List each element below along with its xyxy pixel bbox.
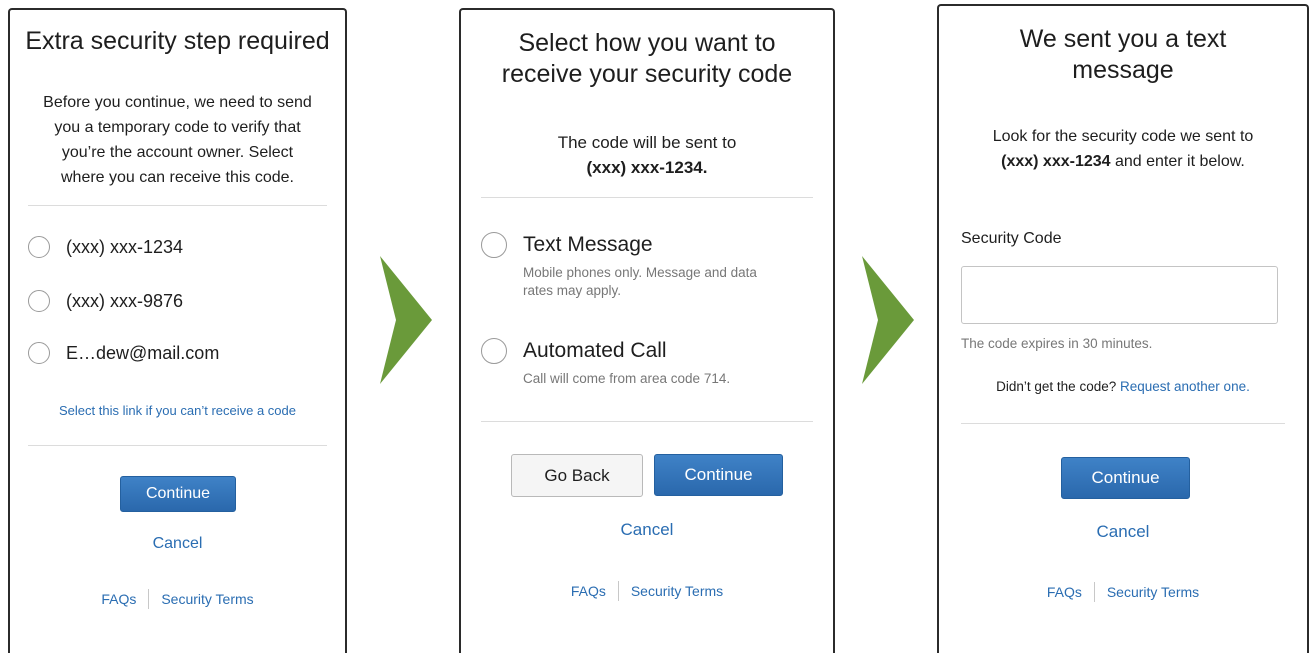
chevron-right-icon <box>380 256 432 384</box>
footer-separator <box>148 589 150 609</box>
panel-title: Select how you want to receive your secu… <box>461 28 833 90</box>
radio-button[interactable] <box>28 290 50 312</box>
footer-separator <box>1093 582 1095 602</box>
description-line: rates may apply. <box>523 283 622 298</box>
phone-number: (xxx) xxx-1234. <box>586 158 708 177</box>
description-line: Call will come from area code 714. <box>523 371 731 386</box>
option-description: Call will come from area code 714. <box>523 370 730 388</box>
footer-links: FAQs Security Terms <box>10 589 345 609</box>
intro-text: The code will be sent to <box>557 133 737 152</box>
instruction-line: Look for the security code we sent to <box>992 128 1254 145</box>
panel-title: We sent you a text message <box>939 24 1307 86</box>
divider <box>481 197 813 198</box>
option-email[interactable]: E…dew@mail.com <box>28 342 219 364</box>
footer-separator <box>617 581 619 601</box>
title-line: We sent you a text <box>1019 25 1227 53</box>
phone-number: (xxx) xxx-1234 <box>1001 153 1111 170</box>
resend-row: Didn’t get the code? Request another one… <box>939 374 1307 399</box>
radio-button[interactable] <box>28 342 50 364</box>
divider <box>961 423 1285 424</box>
option-label: Automated Call <box>523 339 667 362</box>
option-text-message[interactable]: Text Message Mobile phones only. Message… <box>481 232 757 300</box>
title-line: receive your security code <box>501 60 793 88</box>
request-another-code-link[interactable]: Request another one. <box>1120 379 1250 394</box>
security-step-panel: Extra security step required Before you … <box>8 8 347 653</box>
cant-receive-code-link[interactable]: Select this link if you can’t receive a … <box>10 398 345 423</box>
continue-button[interactable]: Continue <box>120 476 236 512</box>
delivery-method-panel: Select how you want to receive your secu… <box>459 8 835 653</box>
description-line: Mobile phones only. Message and data <box>523 265 757 280</box>
option-phone-1234[interactable]: (xxx) xxx-1234 <box>28 236 183 258</box>
faqs-link[interactable]: FAQs <box>1047 584 1082 600</box>
radio-button[interactable] <box>28 236 50 258</box>
continue-button[interactable]: Continue <box>1061 457 1190 499</box>
footer-links: FAQs Security Terms <box>461 581 833 601</box>
description-line: you’re the account owner. Select <box>61 144 294 161</box>
option-automated-call[interactable]: Automated Call Call will come from area … <box>481 338 730 388</box>
divider <box>28 445 327 446</box>
cancel-link[interactable]: Cancel <box>461 517 833 542</box>
footer-links: FAQs Security Terms <box>939 582 1307 602</box>
panel-intro: The code will be sent to (xxx) xxx-1234. <box>461 130 833 180</box>
faqs-link[interactable]: FAQs <box>571 583 606 599</box>
panel-instructions: Look for the security code we sent to (x… <box>939 124 1307 174</box>
description-line: Before you continue, we need to send <box>43 94 312 111</box>
divider <box>28 205 327 206</box>
continue-button[interactable]: Continue <box>654 454 783 496</box>
panel-description: Before you continue, we need to send you… <box>10 90 345 190</box>
option-phone-9876[interactable]: (xxx) xxx-9876 <box>28 290 183 312</box>
security-terms-link[interactable]: Security Terms <box>631 583 723 599</box>
title-line: Select how you want to <box>518 29 776 57</box>
faqs-link[interactable]: FAQs <box>101 591 136 607</box>
panel-title: Extra security step required <box>25 27 330 55</box>
description-line: where you can receive this code. <box>60 169 294 186</box>
title-line: message <box>1072 56 1174 84</box>
enter-code-panel: We sent you a text message Look for the … <box>937 4 1309 653</box>
expiry-hint: The code expires in 30 minutes. <box>961 336 1153 351</box>
cancel-link[interactable]: Cancel <box>939 519 1307 544</box>
cancel-link[interactable]: Cancel <box>10 531 345 556</box>
security-code-input[interactable] <box>961 266 1278 324</box>
resend-prompt: Didn’t get the code? <box>996 379 1120 394</box>
security-terms-link[interactable]: Security Terms <box>161 591 253 607</box>
security-terms-link[interactable]: Security Terms <box>1107 584 1199 600</box>
divider <box>481 421 813 422</box>
option-label: (xxx) xxx-1234 <box>66 237 184 257</box>
radio-button[interactable] <box>481 338 507 364</box>
option-description: Mobile phones only. Message and data rat… <box>523 264 757 300</box>
chevron-right-icon <box>862 256 914 384</box>
option-label: Text Message <box>523 233 653 256</box>
instruction-line: and enter it below. <box>1110 153 1245 170</box>
security-code-label: Security Code <box>961 230 1062 247</box>
go-back-button[interactable]: Go Back <box>511 454 643 497</box>
option-label: (xxx) xxx-9876 <box>66 291 184 311</box>
option-label: E…dew@mail.com <box>66 343 220 363</box>
description-line: you a temporary code to verify that <box>54 119 301 136</box>
radio-button[interactable] <box>481 232 507 258</box>
